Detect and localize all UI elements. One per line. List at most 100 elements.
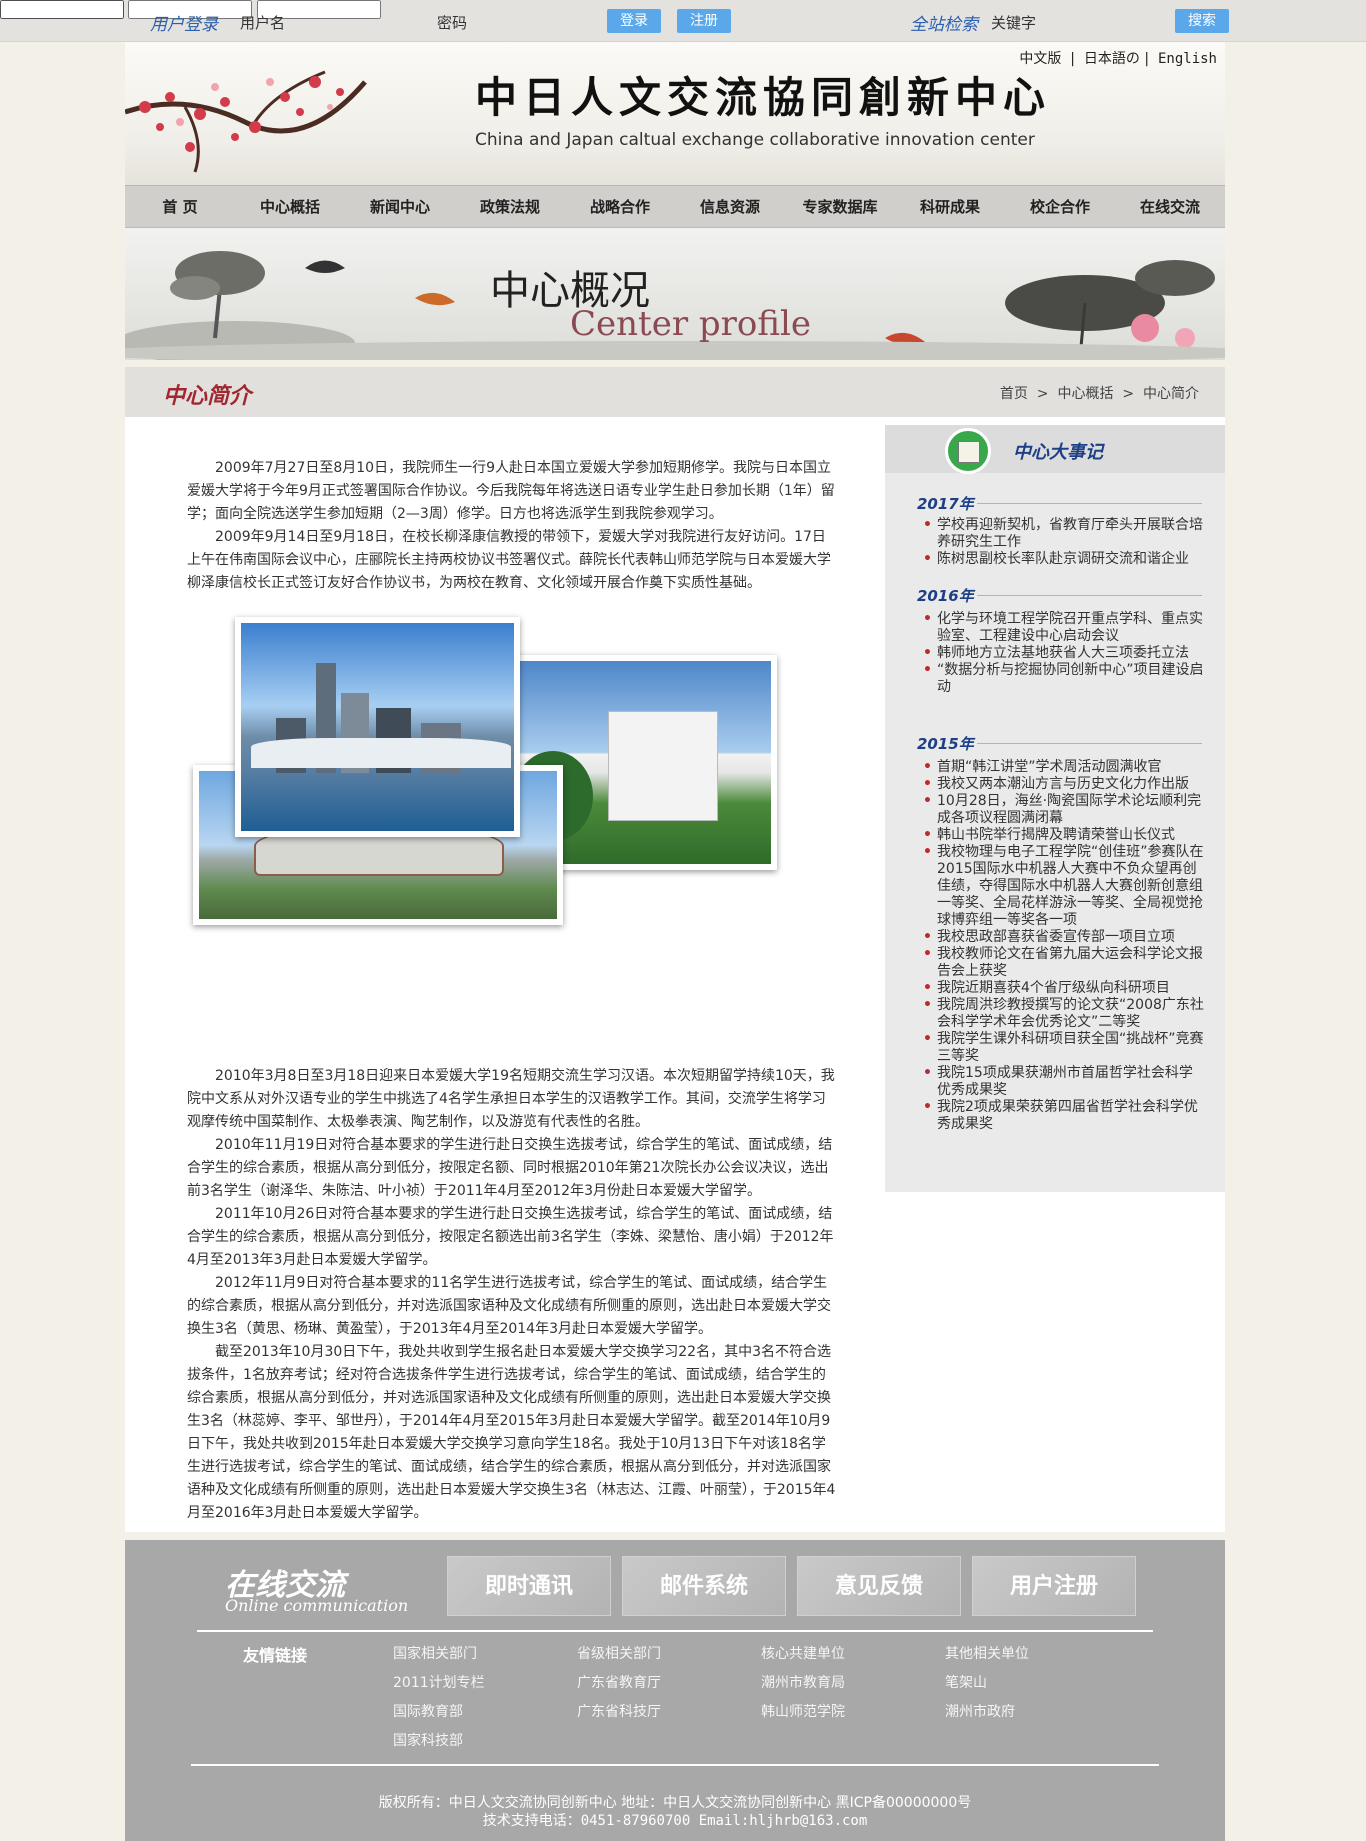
nav-policy[interactable]: 政策法规	[455, 186, 565, 229]
news-list: 化学与环境工程学院召开重点学科、重点实验室、工程建设中心启动会议 韩师地方立法基…	[905, 611, 1205, 696]
sidebar-title: 中心大事记	[1013, 442, 1103, 463]
email-system-button[interactable]: 邮件系统	[622, 1556, 786, 1616]
year-divider	[977, 743, 1202, 744]
milestones-sidebar: 中心大事记 2017年 学校再迎新契机，省教育厅牵头开展联合培养研究生工作 陈树…	[885, 425, 1225, 1192]
keyword-label: 关键字	[991, 14, 1037, 32]
friend-link[interactable]: 2011计划专栏	[393, 1672, 485, 1692]
friend-link[interactable]: 广东省科技厅	[577, 1701, 661, 1721]
sidebar-header: 中心大事记	[885, 425, 1225, 474]
article-paragraph: 2011年10月26日对符合基本要求的学生进行赴日交换生选拔考试，综合学生的笔试…	[187, 1206, 834, 1268]
nav-expert-database[interactable]: 专家数据库	[785, 186, 895, 229]
friend-link[interactable]: 国家科技部	[393, 1730, 463, 1750]
site-header: 中日人文交流協同創新中心 China and Japan caltual exc…	[125, 42, 1225, 185]
news-item[interactable]: 我校教师论文在省第九届大运会科学论文报告会上获奖	[905, 946, 1205, 980]
breadcrumb: 首页 > 中心概括 > 中心简介	[1000, 383, 1199, 403]
footer-divider	[197, 1630, 1153, 1632]
news-item[interactable]: 韩山书院举行揭牌及聘请荣誉山长仪式	[905, 827, 1205, 844]
friend-links-label: 友情链接	[243, 1646, 308, 1665]
page-title: 中心简介	[163, 384, 252, 409]
nav-home[interactable]: 首 页	[125, 186, 235, 229]
language-switcher: 中文版 | 日本語の | English	[1019, 51, 1217, 67]
news-item[interactable]: “数据分析与挖掘协同创新中心”项目建设启动	[905, 662, 1205, 696]
nav-strategic-cooperation[interactable]: 战略合作	[565, 186, 675, 229]
nav-school-enterprise[interactable]: 校企合作	[1005, 186, 1115, 229]
article-paragraph: 2012年11月9日对符合基本要求的11名学生进行选拔考试，综合学生的笔试、面试…	[187, 1275, 831, 1337]
news-item[interactable]: 化学与环境工程学院召开重点学科、重点实验室、工程建设中心启动会议	[905, 611, 1205, 645]
nav-online-exchange[interactable]: 在线交流	[1115, 186, 1225, 229]
year-heading: 2016年	[917, 587, 974, 605]
friend-link[interactable]: 潮州市政府	[945, 1701, 1015, 1721]
friend-link[interactable]: 国家相关部门	[393, 1643, 477, 1663]
breadcrumb-home[interactable]: 首页	[1000, 386, 1028, 402]
news-item[interactable]: 韩师地方立法基地获省人大三项委托立法	[905, 645, 1205, 662]
article-paragraph: 2010年11月19日对符合基本要求的学生进行赴日交换生选拔考试，综合学生的笔试…	[187, 1137, 833, 1199]
news-item[interactable]: 首期“韩江讲堂”学术周活动圆满收官	[905, 759, 1205, 776]
article-paragraph: 截至2013年10月30日下午，我处共收到学生报名赴日本爱媛大学交换学习22名，…	[187, 1344, 836, 1521]
copyright-line: 版权所有：中日人文交流协同创新中心 地址：中日人文交流协同创新中心 黑ICP备0…	[378, 1795, 972, 1811]
password-label: 密码	[437, 14, 468, 32]
support-line: 技术支持电话：0451-87960700 Email:hljhrb@163.co…	[482, 1813, 868, 1829]
site-title-en: China and Japan caltual exchange collabo…	[475, 130, 1035, 150]
news-item[interactable]: 我校思政部喜获省委宣传部一项目立项	[905, 929, 1205, 946]
article-paragraph: 2009年9月14日至9月18日，在校长柳泽康信教授的带领下，爱媛大学对我院进行…	[187, 529, 831, 591]
city-skyline-photo	[235, 617, 520, 837]
chevron-right-icon: >	[1032, 386, 1053, 402]
year-heading: 2015年	[917, 735, 974, 753]
news-item[interactable]: 我校物理与电子工程学院“创佳班”参赛队在2015国际水中机器人大赛中不负众望再创…	[905, 844, 1205, 929]
photo-collage	[187, 595, 837, 1065]
nav-center-overview[interactable]: 中心概括	[235, 186, 345, 229]
username-label: 用户名	[240, 14, 286, 32]
username-input[interactable]	[0, 0, 124, 19]
news-item[interactable]: 学校再迎新契机，省教育厅牵头开展联合培养研究生工作	[905, 517, 1205, 551]
banner-title-en: Center profile	[570, 304, 812, 344]
nav-information-resources[interactable]: 信息资源	[675, 186, 785, 229]
article-body: 2009年7月27日至8月10日，我院师生一行9人赴日本国立爱媛大学参加短期修学…	[187, 457, 837, 1525]
document-icon	[945, 428, 991, 474]
site-title-cn: 中日人文交流協同創新中心	[475, 73, 1052, 122]
year-heading: 2017年	[917, 495, 974, 513]
news-item[interactable]: 我院周洪珍教授撰写的论文获“2008广东社会科学学术年会优秀论文”二等奖	[905, 997, 1205, 1031]
feedback-button[interactable]: 意见反馈	[797, 1556, 961, 1616]
news-item[interactable]: 我院近期喜获4个省厅级纵向科研项目	[905, 980, 1205, 997]
friend-link[interactable]: 国际教育部	[393, 1701, 463, 1721]
login-button[interactable]: 登录	[607, 9, 661, 33]
nav-news[interactable]: 新闻中心	[345, 186, 455, 229]
site-footer: 在线交流 Online communication 即时通讯 邮件系统 意见反馈…	[125, 1540, 1225, 1841]
plum-blossom-graphic	[125, 70, 367, 173]
search-button[interactable]: 搜索	[1175, 9, 1229, 33]
nav-research-results[interactable]: 科研成果	[895, 186, 1005, 229]
news-list: 首期“韩江讲堂”学术周活动圆满收官 我校又两本潮汕方言与历史文化力作出版 10月…	[905, 759, 1205, 1133]
user-registration-button[interactable]: 用户注册	[972, 1556, 1136, 1616]
footer-title-en: Online communication	[225, 1596, 409, 1615]
news-item[interactable]: 我院学生课外科研项目获全国“挑战杯”竞赛三等奖	[905, 1031, 1205, 1065]
section-banner: 中心概况 Center profile	[125, 228, 1225, 360]
friend-link[interactable]: 广东省教育厅	[577, 1672, 661, 1692]
lang-chinese[interactable]: 中文版	[1019, 51, 1061, 67]
article-paragraph: 2010年3月8日至3月18日迎来日本爱媛大学19名短期交流生学习汉语。本次短期…	[187, 1068, 835, 1130]
search-title: 全站检索	[910, 15, 978, 35]
friend-link[interactable]: 省级相关部门	[577, 1643, 661, 1663]
news-item[interactable]: 我校又两本潮汕方言与历史文化力作出版	[905, 776, 1205, 793]
instant-messaging-button[interactable]: 即时通讯	[447, 1556, 611, 1616]
news-item[interactable]: 我院2项成果荣获第四届省哲学社会科学优秀成果奖	[905, 1099, 1205, 1133]
friend-link[interactable]: 潮州市教育局	[761, 1672, 845, 1692]
page-title-bar: 中心简介 首页 > 中心概括 > 中心简介	[125, 367, 1225, 417]
news-item[interactable]: 陈树思副校长率队赴京调研交流和谐企业	[905, 551, 1205, 568]
chevron-right-icon: >	[1117, 386, 1139, 402]
friend-link[interactable]: 其他相关单位	[945, 1643, 1029, 1663]
friend-link[interactable]: 笔架山	[945, 1672, 987, 1692]
copyright: 版权所有：中日人文交流协同创新中心 地址：中日人文交流协同创新中心 黑ICP备0…	[125, 1794, 1225, 1830]
friend-link[interactable]: 韩山师范学院	[761, 1701, 845, 1721]
login-title: 用户登录	[150, 15, 218, 35]
friend-link[interactable]: 核心共建单位	[761, 1643, 845, 1663]
main-nav: 首 页 中心概括 新闻中心 政策法规 战略合作 信息资源 专家数据库 科研成果 …	[125, 185, 1225, 228]
top-bar: 用户登录 用户名 密码 登录 注册 全站检索 关键字 搜索	[0, 0, 1366, 42]
register-button[interactable]: 注册	[677, 9, 731, 33]
breadcrumb-center-overview[interactable]: 中心概括	[1057, 386, 1113, 402]
lang-english[interactable]: English	[1158, 51, 1217, 67]
news-item[interactable]: 10月28日，海丝·陶瓷国际学术论坛顺利完成各项议程圆满闭幕	[905, 793, 1205, 827]
footer-divider	[191, 1764, 1159, 1766]
year-divider	[977, 595, 1202, 596]
news-item[interactable]: 我院15项成果获潮州市首届哲学社会科学优秀成果奖	[905, 1065, 1205, 1099]
lang-japanese[interactable]: 日本語の	[1084, 51, 1140, 67]
